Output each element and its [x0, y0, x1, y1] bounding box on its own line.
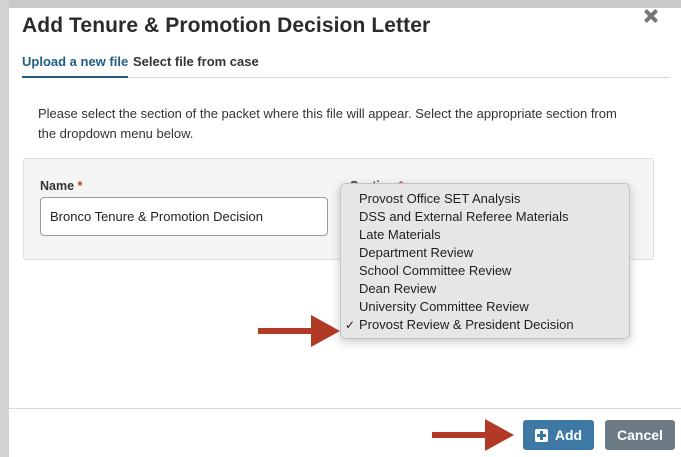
instructions-text: Please select the section of the packet …: [38, 106, 617, 141]
annotation-arrow-dropdown: [258, 315, 340, 347]
dropdown-option[interactable]: University Committee Review: [341, 298, 629, 316]
add-button-label: Add: [554, 427, 583, 443]
option-label: University Committee Review: [359, 299, 529, 314]
required-marker: *: [77, 179, 83, 193]
footer-divider: [9, 408, 681, 409]
checkmark-icon: ✓: [345, 318, 356, 332]
cancel-button[interactable]: Cancel: [605, 420, 675, 450]
option-label: DSS and External Referee Materials: [359, 209, 569, 224]
tab-upload-new-file[interactable]: Upload a new file: [22, 54, 129, 78]
close-icon[interactable]: [641, 6, 661, 26]
name-label-text: Name: [40, 179, 75, 193]
dropdown-option-selected[interactable]: ✓ Provost Review & President Decision: [341, 316, 629, 334]
section-dropdown-menu[interactable]: Provost Office SET Analysis DSS and Exte…: [340, 183, 630, 339]
add-button[interactable]: Add: [523, 420, 594, 450]
left-edge: [0, 0, 9, 457]
dropdown-option[interactable]: Late Materials: [341, 226, 629, 244]
name-label: Name *: [40, 179, 82, 193]
annotation-arrow-add: [432, 419, 514, 451]
dropdown-option[interactable]: Provost Office SET Analysis: [341, 190, 629, 208]
dropdown-option[interactable]: School Committee Review: [341, 262, 629, 280]
plus-square-icon: [534, 428, 548, 442]
dropdown-option[interactable]: DSS and External Referee Materials: [341, 208, 629, 226]
name-input[interactable]: [40, 197, 328, 236]
option-label: School Committee Review: [359, 263, 512, 278]
top-strip: [0, 0, 681, 8]
modal-title: Add Tenure & Promotion Decision Letter: [22, 14, 431, 37]
option-label: Provost Review & President Decision: [359, 317, 574, 332]
tab-bar: Upload a new file Select file from case: [22, 54, 670, 78]
option-label: Late Materials: [359, 227, 441, 242]
tab-select-file-from-case[interactable]: Select file from case: [133, 54, 259, 75]
dropdown-option[interactable]: Department Review: [341, 244, 629, 262]
dropdown-option[interactable]: Dean Review: [341, 280, 629, 298]
option-label: Provost Office SET Analysis: [359, 191, 521, 206]
option-label: Dean Review: [359, 281, 437, 296]
option-label: Department Review: [359, 245, 474, 260]
